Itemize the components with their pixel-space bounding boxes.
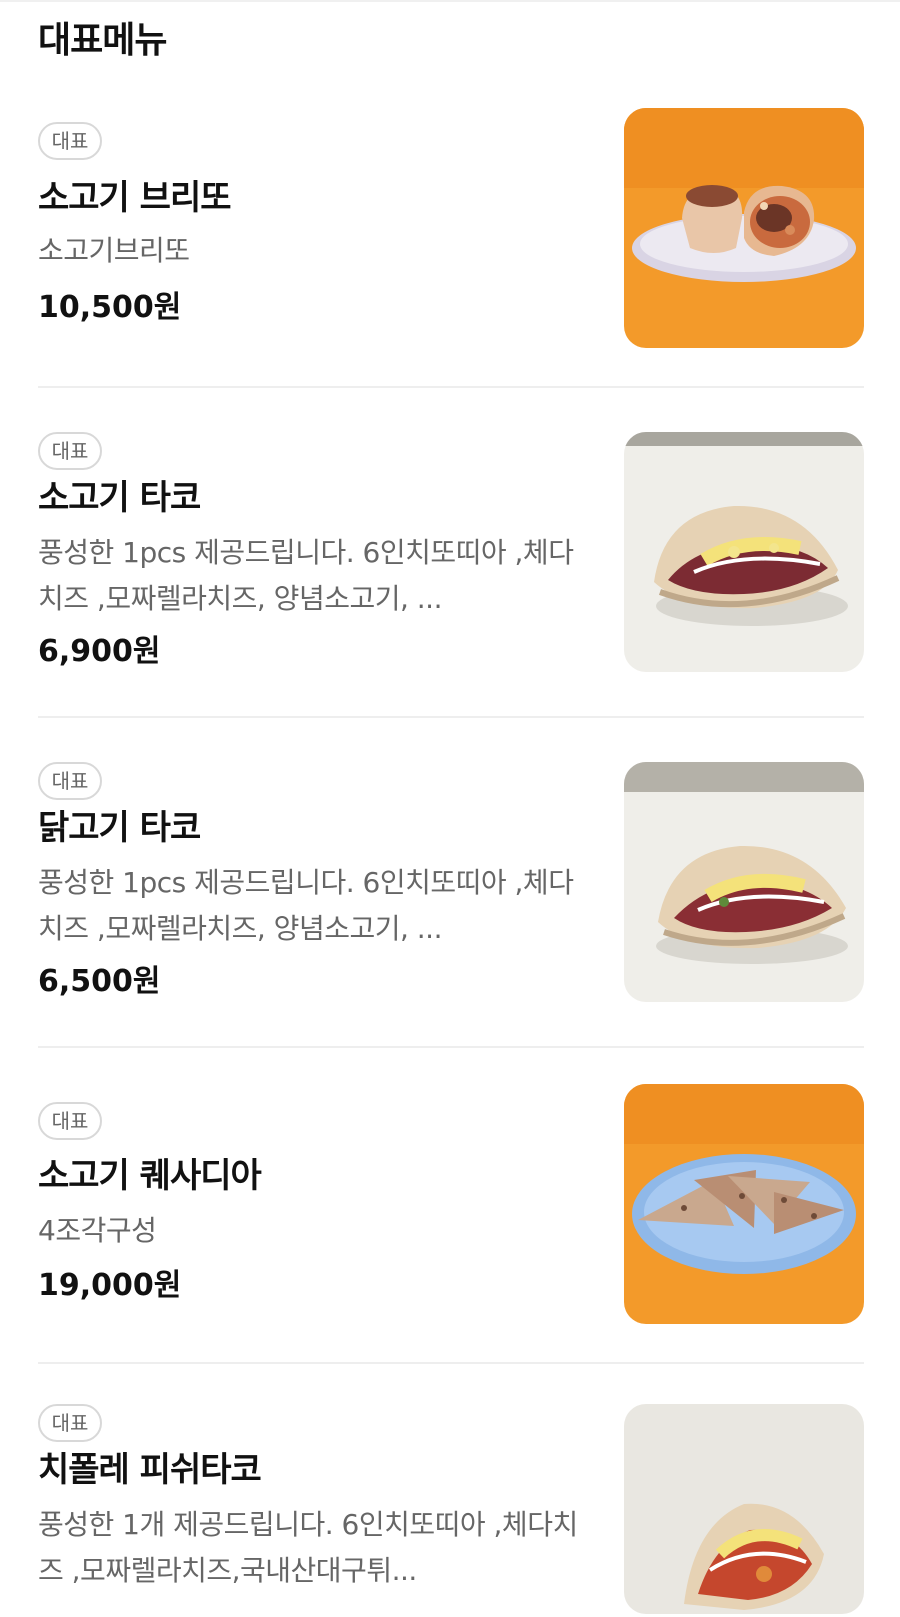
menu-item-price: 6,500원 (38, 964, 161, 999)
signature-badge: 대표 (38, 122, 102, 160)
menu-item[interactable]: 대표 소고기 브리또 소고기브리또 10,500원 (38, 108, 864, 348)
menu-item-price: 6,900원 (38, 634, 161, 669)
menu-item[interactable]: 대표 소고기 퀘사디아 4조각구성 19,000원 (38, 1084, 864, 1324)
menu-item-description: 풍성한 1개 제공드립니다. 6인치또띠아 ,체다치즈 ,모짜렐라치즈,국내산대… (38, 1508, 578, 1587)
section-title: 대표메뉴 (38, 20, 167, 61)
item-divider (38, 716, 864, 718)
item-divider (38, 1362, 864, 1364)
menu-item-name: 소고기 타코 (38, 478, 201, 518)
menu-item[interactable]: 대표 치폴레 피쉬타코 풍성한 1개 제공드립니다. 6인치또띠아 ,체다치즈 … (38, 1404, 864, 1617)
menu-item-name: 치폴레 피쉬타코 (38, 1450, 262, 1490)
signature-badge: 대표 (38, 762, 102, 800)
menu-item-name: 닭고기 타코 (38, 808, 201, 848)
beef-taco-photo[interactable] (624, 432, 864, 672)
item-divider (38, 1046, 864, 1048)
menu-item-price: 19,000원 (38, 1268, 182, 1303)
beef-burrito-photo[interactable] (624, 108, 864, 348)
menu-item-description: 소고기브리또 (38, 234, 190, 267)
menu-item[interactable]: 대표 닭고기 타코 풍성한 1pcs 제공드립니다. 6인치또띠아 ,체다치즈 … (38, 762, 864, 1002)
top-divider (0, 0, 900, 2)
chipotle-fish-taco-photo[interactable] (624, 1404, 864, 1614)
signature-badge: 대표 (38, 432, 102, 470)
chicken-taco-photo[interactable] (624, 762, 864, 1002)
menu-item-description: 4조각구성 (38, 1214, 157, 1247)
signature-badge: 대표 (38, 1404, 102, 1442)
menu-item[interactable]: 대표 소고기 타코 풍성한 1pcs 제공드립니다. 6인치또띠아 ,체다치즈 … (38, 432, 864, 672)
item-divider (38, 386, 864, 388)
menu-item-name: 소고기 퀘사디아 (38, 1156, 262, 1196)
signature-badge: 대표 (38, 1102, 102, 1140)
menu-item-description: 풍성한 1pcs 제공드립니다. 6인치또띠아 ,체다치즈 ,모짜렐라치즈, 양… (38, 536, 574, 615)
beef-quesadilla-photo[interactable] (624, 1084, 864, 1324)
menu-item-name: 소고기 브리또 (38, 178, 232, 218)
menu-item-price: 10,500원 (38, 290, 182, 325)
menu-item-description: 풍성한 1pcs 제공드립니다. 6인치또띠아 ,체다치즈 ,모짜렐라치즈, 양… (38, 866, 574, 945)
